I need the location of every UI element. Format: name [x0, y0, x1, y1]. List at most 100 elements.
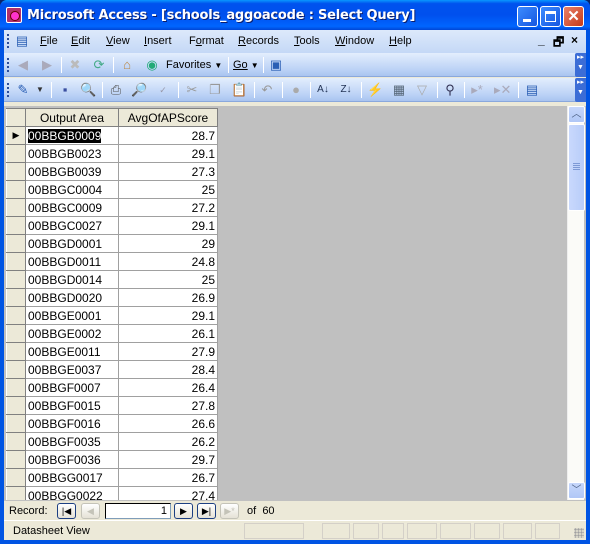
cell-avgofapscore[interactable]: 29.1 [118, 144, 218, 163]
cell-avgofapscore[interactable]: 25 [118, 180, 218, 199]
cell-avgofapscore[interactable]: 29 [118, 234, 218, 253]
find-icon[interactable]: ⚲ [442, 82, 458, 98]
record-selector[interactable] [6, 378, 26, 397]
record-selector[interactable] [6, 306, 26, 325]
menu-view[interactable]: View [106, 35, 130, 47]
forward-icon[interactable]: ▶ [39, 57, 55, 73]
record-selector[interactable] [6, 216, 26, 235]
cut-icon[interactable]: ✂ [184, 82, 200, 98]
menu-tools[interactable]: Tools [294, 35, 320, 47]
record-selector[interactable] [6, 252, 26, 271]
record-selector[interactable] [6, 234, 26, 253]
paste-icon[interactable]: 📋 [231, 82, 247, 98]
new-record-icon[interactable]: ▸* [469, 82, 485, 98]
next-record-button[interactable]: ▶ [174, 503, 193, 519]
table-row[interactable]: 00BBGC0004 25 [6, 180, 218, 199]
table-row[interactable]: 00BBGF0036 29.7 [6, 450, 218, 469]
cell-output-area[interactable]: 00BBGF0035 [25, 432, 119, 451]
record-selector[interactable] [6, 414, 26, 433]
cell-avgofapscore[interactable]: 29.1 [118, 216, 218, 235]
toolbar-grip[interactable] [7, 58, 10, 72]
sort-ascending-icon[interactable]: A↓ [315, 82, 331, 98]
table-row[interactable]: 00BBGB0039 27.3 [6, 162, 218, 181]
database-window-icon[interactable]: ▤ [524, 82, 540, 98]
view-icon[interactable]: ✎ [15, 82, 31, 98]
maximize-button[interactable] [540, 6, 561, 27]
cell-output-area[interactable]: 00BBGB0039 [25, 162, 119, 181]
column-header-output-area[interactable]: Output Area [25, 108, 119, 127]
table-row[interactable]: 00BBGG0017 26.7 [6, 468, 218, 487]
toolbar-options-button[interactable]: ▸▸ ▼ [575, 78, 586, 102]
undo-icon[interactable]: ↶ [259, 82, 275, 98]
save-icon[interactable]: ▪ [57, 82, 73, 98]
stop-icon[interactable]: ✖ [67, 57, 83, 73]
menu-format[interactable]: Format [189, 35, 224, 47]
close-button[interactable]: ✕ [563, 6, 584, 27]
table-row[interactable]: 00BBGE0001 29.1 [6, 306, 218, 325]
show-only-web-toolbar-icon[interactable]: ▣ [268, 57, 284, 73]
table-row[interactable]: 00BBGD0020 26.9 [6, 288, 218, 307]
refresh-icon[interactable]: ⟳ [91, 57, 107, 73]
menu-window[interactable]: Window [335, 35, 374, 47]
print-icon[interactable]: ⎙ [108, 82, 124, 98]
minimize-button[interactable] [517, 6, 538, 27]
record-selector[interactable] [6, 198, 26, 217]
menu-insert[interactable]: Insert [144, 35, 172, 47]
resize-grip[interactable] [574, 528, 584, 538]
table-row[interactable]: 00BBGC0009 27.2 [6, 198, 218, 217]
record-selector[interactable] [6, 162, 26, 181]
table-row[interactable]: 00BBGF0035 26.2 [6, 432, 218, 451]
select-all-corner[interactable] [6, 108, 26, 127]
mdi-minimize-button[interactable]: _ [538, 33, 545, 47]
copy-icon[interactable]: ❐ [207, 82, 223, 98]
table-row[interactable]: ▶ 00BBGB0009 28.7 [6, 126, 218, 145]
cell-output-area[interactable]: 00BBGF0015 [25, 396, 119, 415]
record-selector[interactable] [6, 396, 26, 415]
cell-output-area[interactable]: 00BBGB0023 [25, 144, 119, 163]
delete-record-icon[interactable]: ▸✕ [494, 82, 511, 98]
table-row[interactable]: 00BBGD0014 25 [6, 270, 218, 289]
cell-output-area[interactable]: 00BBGE0037 [25, 360, 119, 379]
cell-output-area[interactable]: 00BBGE0002 [25, 324, 119, 343]
cell-output-area[interactable]: 00BBGG0022 [25, 486, 119, 500]
last-record-button[interactable]: ▶| [197, 503, 216, 519]
record-selector[interactable] [6, 468, 26, 487]
menu-help[interactable]: Help [389, 35, 412, 47]
record-selector[interactable] [6, 324, 26, 343]
view-dropdown-chevron-icon[interactable]: ▼ [32, 82, 48, 98]
table-row[interactable]: 00BBGG0022 27.4 [6, 486, 218, 500]
menu-edit[interactable]: Edit [71, 35, 90, 47]
apply-filter-icon[interactable]: ▽ [414, 82, 430, 98]
cell-output-area[interactable]: 00BBGB0009 [25, 126, 119, 145]
record-selector[interactable]: ▶ [6, 126, 26, 145]
table-row[interactable]: 00BBGD0001 29 [6, 234, 218, 253]
print-preview-icon[interactable]: 🔎 [131, 82, 147, 98]
cell-output-area[interactable]: 00BBGF0036 [25, 450, 119, 469]
cell-output-area[interactable]: 00BBGC0027 [25, 216, 119, 235]
cell-avgofapscore[interactable]: 25 [118, 270, 218, 289]
menu-records[interactable]: Records [238, 35, 279, 47]
hyperlink-icon[interactable]: ● [288, 82, 304, 98]
cell-output-area[interactable]: 00BBGF0016 [25, 414, 119, 433]
cell-output-area[interactable]: 00BBGC0009 [25, 198, 119, 217]
title-bar[interactable]: Microsoft Access - [schools_aggoacode : … [0, 0, 590, 30]
search-web-icon[interactable]: ◉ [144, 57, 160, 73]
mdi-restore-button[interactable]: 🗗 [553, 33, 564, 54]
table-row[interactable]: 00BBGD0011 24.8 [6, 252, 218, 271]
column-header-avgofapscore[interactable]: AvgOfAPScore [118, 108, 218, 127]
access-app-icon[interactable] [6, 7, 22, 23]
filter-by-form-icon[interactable]: ▦ [391, 82, 407, 98]
toolbar-grip[interactable] [7, 34, 10, 48]
file-search-icon[interactable]: 🔍 [80, 82, 96, 98]
cell-avgofapscore[interactable]: 28.4 [118, 360, 218, 379]
cell-avgofapscore[interactable]: 26.4 [118, 378, 218, 397]
scrollbar-thumb[interactable] [568, 124, 585, 211]
current-record-input[interactable]: 1 [105, 503, 171, 519]
cell-avgofapscore[interactable]: 27.8 [118, 396, 218, 415]
table-row[interactable]: 00BBGE0037 28.4 [6, 360, 218, 379]
cell-avgofapscore[interactable]: 26.7 [118, 468, 218, 487]
record-selector[interactable] [6, 450, 26, 469]
scroll-down-button[interactable]: ﹀ [568, 482, 585, 499]
cell-avgofapscore[interactable]: 26.9 [118, 288, 218, 307]
cell-avgofapscore[interactable]: 27.2 [118, 198, 218, 217]
